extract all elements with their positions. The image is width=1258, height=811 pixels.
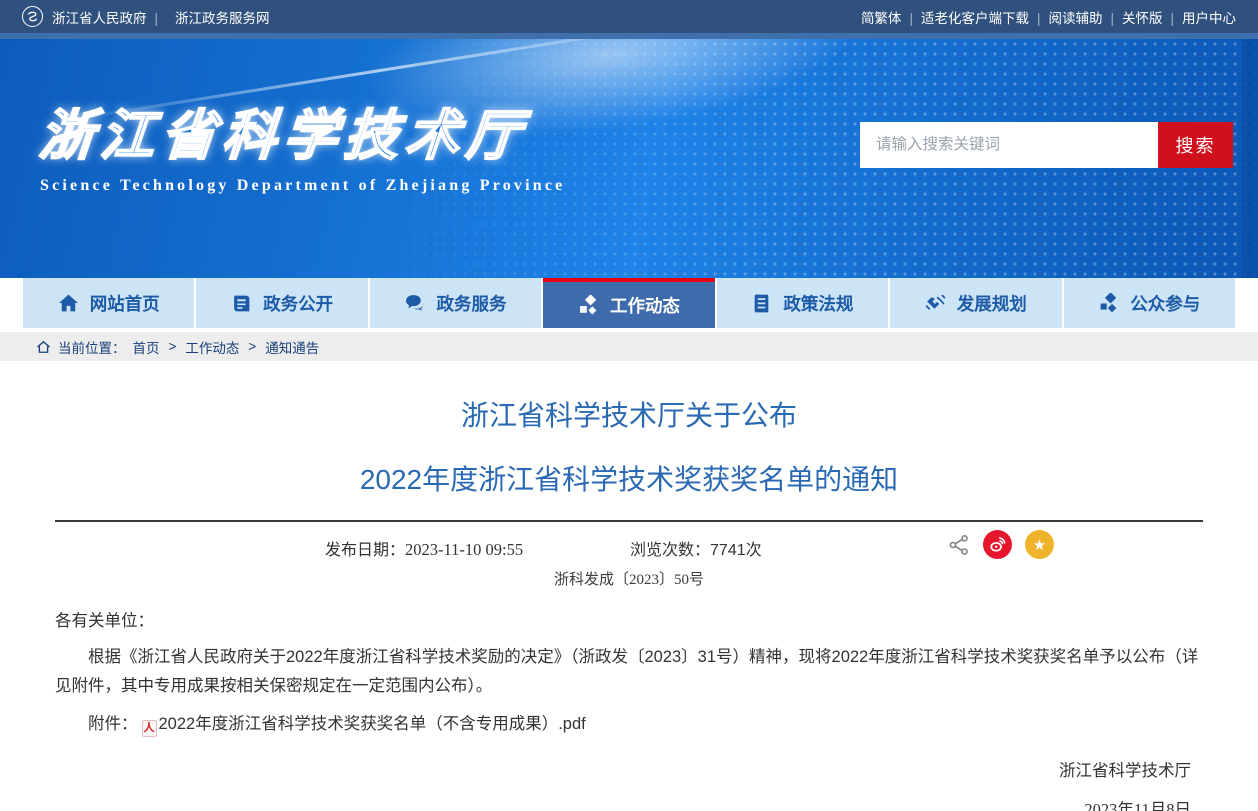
- zhejiang-gov-logo-icon: [22, 6, 43, 27]
- site-title: 浙江省科学技术厅: [37, 91, 532, 170]
- view-count: 浏览次数：7741次: [630, 536, 762, 560]
- site-banner: 浙江省科学技术厅 Science Technology Department o…: [0, 33, 1258, 278]
- article: 浙江省科学技术厅关于公布 2022年度浙江省科学技术奖获奖名单的通知 发布日期：…: [0, 394, 1258, 811]
- signature-date: 2023年11月8日: [55, 796, 1191, 811]
- nav-tab-label: 政策法规: [783, 291, 853, 316]
- document-number: 浙科发成〔2023〕50号: [55, 568, 1203, 589]
- nav-tab-label: 网站首页: [90, 291, 160, 316]
- breadcrumb-home[interactable]: 首页: [133, 337, 160, 357]
- link-zhejiang-service[interactable]: 浙江政务服务网: [175, 7, 270, 27]
- search-button[interactable]: 搜索: [1158, 122, 1233, 168]
- nav-tab-policies[interactable]: 政策法规: [717, 278, 888, 328]
- law-icon: [751, 293, 772, 314]
- weibo-share-icon[interactable]: [983, 530, 1012, 559]
- article-body: 各有关单位： 根据《浙江省人民政府关于2022年度浙江省科学技术奖励的决定》（浙…: [55, 607, 1203, 739]
- nav-tab-home[interactable]: 网站首页: [23, 278, 194, 328]
- article-meta: 发布日期：2023-11-10 09:55 浏览次数：7741次 ★: [55, 522, 1203, 568]
- share-buttons: ★: [948, 530, 1054, 559]
- attachment-label: 附件：: [88, 715, 138, 733]
- link-care-version[interactable]: 关怀版: [1122, 7, 1182, 27]
- article-title-line1: 浙江省科学技术厅关于公布: [55, 394, 1203, 434]
- nav-tab-public-participation[interactable]: 公众参与: [1064, 278, 1235, 328]
- link-zhejiang-gov[interactable]: 浙江省人民政府: [52, 7, 166, 27]
- handshake-icon: [925, 293, 946, 314]
- document-icon: [231, 293, 252, 314]
- publish-date-label: 发布日期：: [325, 542, 405, 559]
- nav-tab-work-news[interactable]: 工作动态: [543, 278, 714, 328]
- attachment-link[interactable]: 2022年度浙江省科学技术奖获奖名单（不含专用成果）.pdf: [159, 715, 586, 733]
- nav-tab-development-plan[interactable]: 发展规划: [890, 278, 1061, 328]
- publish-date-value: 2023-11-10 09:55: [405, 540, 523, 559]
- site-title-english: Science Technology Department of Zhejian…: [40, 177, 565, 195]
- search-input[interactable]: [860, 122, 1158, 168]
- participation-icon: [1098, 293, 1119, 314]
- home-icon: [58, 293, 79, 314]
- breadcrumb-label: 当前位置：: [58, 337, 126, 357]
- topbar-left: 浙江省人民政府 浙江政务服务网: [22, 6, 270, 27]
- view-count-label: 浏览次数：: [630, 542, 710, 559]
- main-navigation: 网站首页 政务公开 政务服务 工作动态 政策法规: [0, 278, 1258, 328]
- nav-tab-label: 公众参与: [1130, 291, 1200, 316]
- nav-tab-label: 发展规划: [957, 291, 1027, 316]
- nav-tab-services[interactable]: 政务服务: [370, 278, 541, 328]
- body-paragraph: 根据《浙江省人民政府关于2022年度浙江省科学技术奖励的决定》（浙政发〔2023…: [55, 643, 1203, 701]
- breadcrumb-separator: >: [169, 339, 177, 354]
- nav-tab-label: 政务公开: [263, 291, 333, 316]
- signature-organization: 浙江省科学技术厅: [55, 757, 1191, 781]
- publish-date: 发布日期：2023-11-10 09:55: [325, 536, 523, 560]
- shapes-icon: [578, 295, 599, 316]
- signature-block: 浙江省科学技术厅 2023年11月8日: [55, 757, 1203, 811]
- link-simplified-traditional[interactable]: 简繁体: [861, 7, 921, 27]
- nav-tab-public-affairs[interactable]: 政务公开: [196, 278, 367, 328]
- chat-icon: [405, 293, 426, 314]
- link-elderly-client-download[interactable]: 适老化客户端下载: [921, 7, 1049, 27]
- qzone-share-icon[interactable]: ★: [1025, 530, 1054, 559]
- nav-tab-label: 政务服务: [437, 291, 507, 316]
- home-outline-icon: [36, 340, 51, 354]
- topbar-right: 简繁体 适老化客户端下载 阅读辅助 关怀版 用户中心: [861, 7, 1236, 27]
- top-utility-bar: 浙江省人民政府 浙江政务服务网 简繁体 适老化客户端下载 阅读辅助 关怀版 用户…: [0, 0, 1258, 33]
- share-icon[interactable]: [948, 534, 970, 556]
- breadcrumb: 当前位置： 首页 > 工作动态 > 通知通告: [0, 332, 1258, 361]
- breadcrumb-separator: >: [248, 339, 256, 354]
- link-user-center[interactable]: 用户中心: [1182, 7, 1236, 27]
- nav-tab-label: 工作动态: [610, 293, 680, 318]
- search-box: 搜索: [860, 122, 1233, 168]
- pdf-icon: 人: [142, 720, 157, 737]
- article-title-line2: 2022年度浙江省科学技术奖获奖名单的通知: [55, 458, 1203, 498]
- attachment-row: 附件：人2022年度浙江省科学技术奖获奖名单（不含专用成果）.pdf: [55, 710, 1203, 739]
- view-count-value: 7741次: [710, 542, 762, 559]
- breadcrumb-work-news[interactable]: 工作动态: [185, 337, 239, 357]
- breadcrumb-notices[interactable]: 通知通告: [265, 337, 319, 357]
- link-reading-assist[interactable]: 阅读辅助: [1048, 7, 1122, 27]
- banner-right-edge: [1242, 39, 1258, 278]
- salutation: 各有关单位：: [55, 607, 1203, 636]
